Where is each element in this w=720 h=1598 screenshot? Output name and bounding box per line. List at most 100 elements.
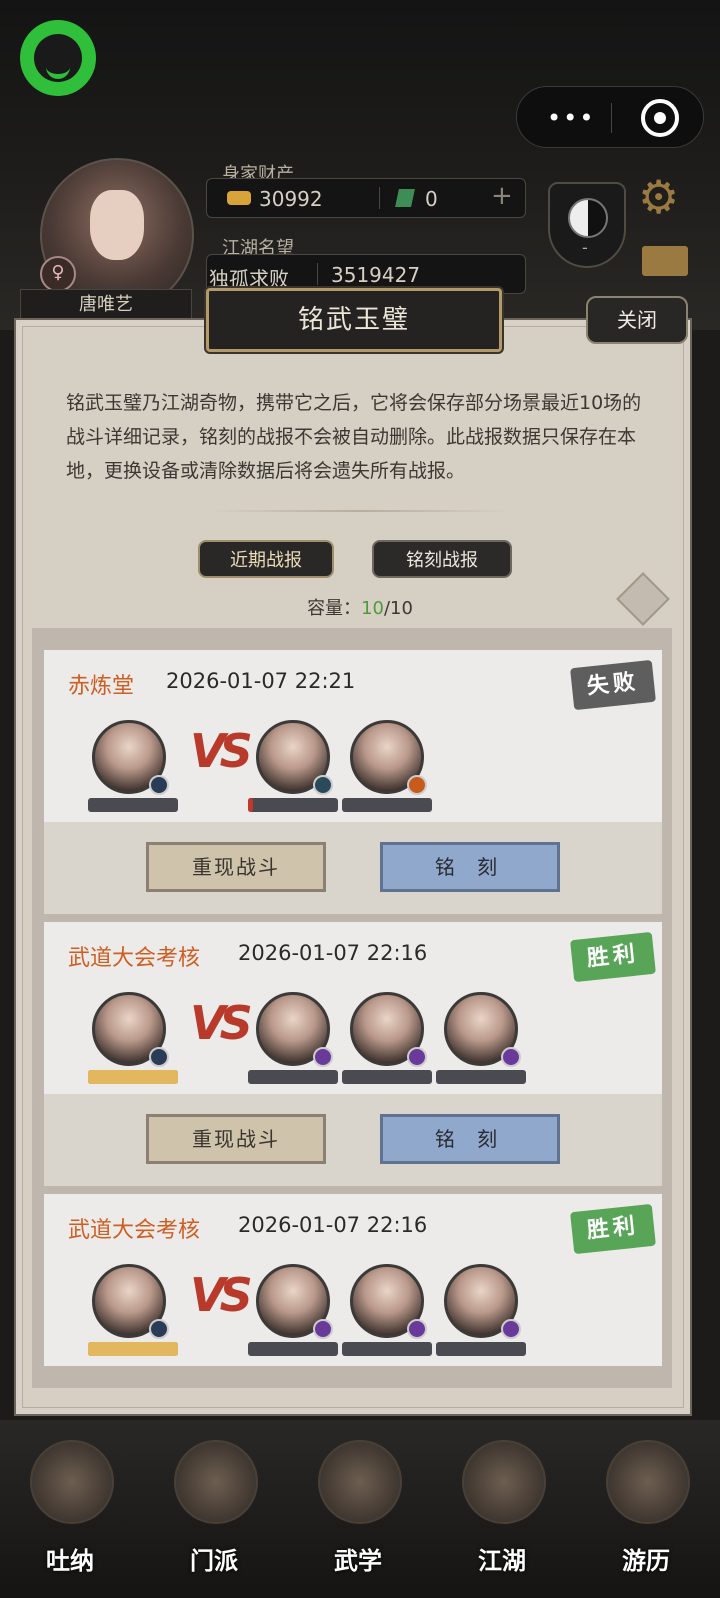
nav-jianghu[interactable]: 江湖 xyxy=(456,1432,548,1582)
vs-label: VS xyxy=(190,996,253,1050)
replay-battle-button[interactable]: 重现战斗 xyxy=(146,842,326,892)
yin-yang-emblem[interactable]: - xyxy=(548,182,626,268)
nav-sect[interactable]: 门派 xyxy=(168,1432,260,1582)
card-actions: 重现战斗 铭 刻 xyxy=(44,822,662,914)
enemy-hp-fill xyxy=(248,798,254,812)
sect-icon xyxy=(501,1319,521,1339)
self-hp-bar xyxy=(88,798,178,812)
gold-icon xyxy=(227,191,251,205)
enemy-hp-bar xyxy=(248,798,338,812)
divider xyxy=(210,510,510,512)
battle-card: 赤炼堂 2026-01-07 22:21 失败 VS 重现战斗 铭 刻 xyxy=(44,650,662,914)
more-icon[interactable]: ••• xyxy=(547,104,595,132)
enemy-hp-bar xyxy=(248,1070,338,1084)
enemy-hp-bar xyxy=(342,1070,432,1084)
engrave-button[interactable]: 铭 刻 xyxy=(380,842,560,892)
close-button[interactable]: 关闭 xyxy=(586,296,688,344)
panel-description: 铭武玉璧乃江湖奇物，携带它之后，它将会保存部分场景最近10场的战斗详细记录，铭刻… xyxy=(66,392,642,482)
hat-icon xyxy=(462,1440,546,1524)
gold-amount: 30992 xyxy=(259,187,323,211)
tab-recent-reports[interactable]: 近期战报 xyxy=(198,540,334,578)
enemy-portrait xyxy=(256,992,333,1067)
yin-yang-icon xyxy=(568,198,608,238)
battle-scene: 武道大会考核 xyxy=(68,1218,201,1243)
sect-icon xyxy=(313,1319,333,1339)
enemy-portrait xyxy=(350,720,427,795)
player-name: 唐唯艺 xyxy=(20,289,192,321)
tuna-icon xyxy=(30,1440,114,1524)
enemy-hp-bar xyxy=(436,1070,526,1084)
sect-nav-icon xyxy=(174,1440,258,1524)
self-portrait xyxy=(92,1264,169,1339)
close-miniprogram-icon[interactable] xyxy=(641,99,679,137)
battle-time: 2026-01-07 22:16 xyxy=(238,941,428,965)
tab-engraved-reports[interactable]: 铭刻战报 xyxy=(372,540,512,578)
gear-icon[interactable]: ⚙ xyxy=(638,170,679,224)
enemy-portrait xyxy=(256,720,333,795)
capacity-total: /10 xyxy=(383,598,413,619)
emblem-label: - xyxy=(582,238,588,257)
capacity-text: 容量：10/10 xyxy=(260,594,460,620)
battle-scene: 武道大会考核 xyxy=(68,946,201,971)
jade-amount: 0 xyxy=(425,187,438,211)
battle-time: 2026-01-07 22:16 xyxy=(238,1213,428,1237)
battle-time: 2026-01-07 22:21 xyxy=(166,669,356,693)
sect-icon xyxy=(407,1319,427,1339)
capacity-label: 容量： xyxy=(307,598,362,619)
nav-martial-arts[interactable]: 武学 xyxy=(312,1432,404,1582)
enemy-portrait xyxy=(350,1264,427,1339)
battle-scene: 赤炼堂 xyxy=(68,674,135,699)
engrave-button[interactable]: 铭 刻 xyxy=(380,1114,560,1164)
battle-card: 武道大会考核 2026-01-07 22:16 胜利 VS 重现战斗 铭 刻 xyxy=(44,922,662,1186)
capacity-used: 10 xyxy=(361,598,384,619)
horse-icon xyxy=(606,1440,690,1524)
jade-icon xyxy=(395,189,415,207)
scroll-icon xyxy=(318,1440,402,1524)
replay-battle-button[interactable]: 重现战斗 xyxy=(146,1114,326,1164)
mail-icon[interactable] xyxy=(642,246,688,276)
female-icon: ♀ xyxy=(40,256,76,292)
nav-label: 门派 xyxy=(190,1547,238,1575)
enemy-hp-bar xyxy=(342,798,432,812)
sect-icon xyxy=(149,1047,169,1067)
miniprogram-capsule[interactable]: ••• xyxy=(516,86,704,148)
chat-icon[interactable] xyxy=(20,20,96,96)
nav-label: 江湖 xyxy=(478,1547,526,1575)
battle-card: 武道大会考核 2026-01-07 22:16 胜利 VS xyxy=(44,1194,662,1366)
self-hp-fill xyxy=(88,1070,178,1084)
nav-label: 武学 xyxy=(334,1547,382,1575)
sect-icon xyxy=(501,1047,521,1067)
enemy-portrait xyxy=(444,992,521,1067)
enemy-hp-bar xyxy=(248,1342,338,1356)
result-badge-win: 胜利 xyxy=(570,1203,656,1255)
self-portrait xyxy=(92,992,169,1067)
enemy-portrait xyxy=(444,1264,521,1339)
self-hp-fill xyxy=(88,1342,178,1356)
vs-label: VS xyxy=(190,1268,253,1322)
self-hp-bar xyxy=(88,1342,178,1356)
vs-label: VS xyxy=(190,724,253,778)
enemy-hp-bar xyxy=(342,1342,432,1356)
result-badge-lose: 失败 xyxy=(570,659,656,711)
sect-icon xyxy=(407,1047,427,1067)
add-currency-button[interactable]: + xyxy=(491,181,513,211)
sect-icon xyxy=(149,775,169,795)
panel-title: 铭武玉璧 xyxy=(297,305,410,335)
sect-icon xyxy=(149,1319,169,1339)
sect-icon xyxy=(313,1047,333,1067)
self-portrait xyxy=(92,720,169,795)
card-actions: 重现战斗 铭 刻 xyxy=(44,1094,662,1186)
nav-tuna[interactable]: 吐纳 xyxy=(24,1432,116,1582)
nav-travel[interactable]: 游历 xyxy=(600,1432,692,1582)
self-hp-bar xyxy=(88,1070,178,1084)
sect-icon xyxy=(407,775,427,795)
wealth-bar: 30992 0 + xyxy=(206,178,526,218)
result-badge-win: 胜利 xyxy=(570,931,656,983)
nav-label: 游历 xyxy=(622,1547,670,1575)
enemy-portrait xyxy=(350,992,427,1067)
panel-title-box: 铭武玉璧 xyxy=(206,288,502,352)
enemy-hp-bar xyxy=(436,1342,526,1356)
nav-label: 吐纳 xyxy=(46,1547,94,1575)
enemy-portrait xyxy=(256,1264,333,1339)
sect-icon xyxy=(313,775,333,795)
